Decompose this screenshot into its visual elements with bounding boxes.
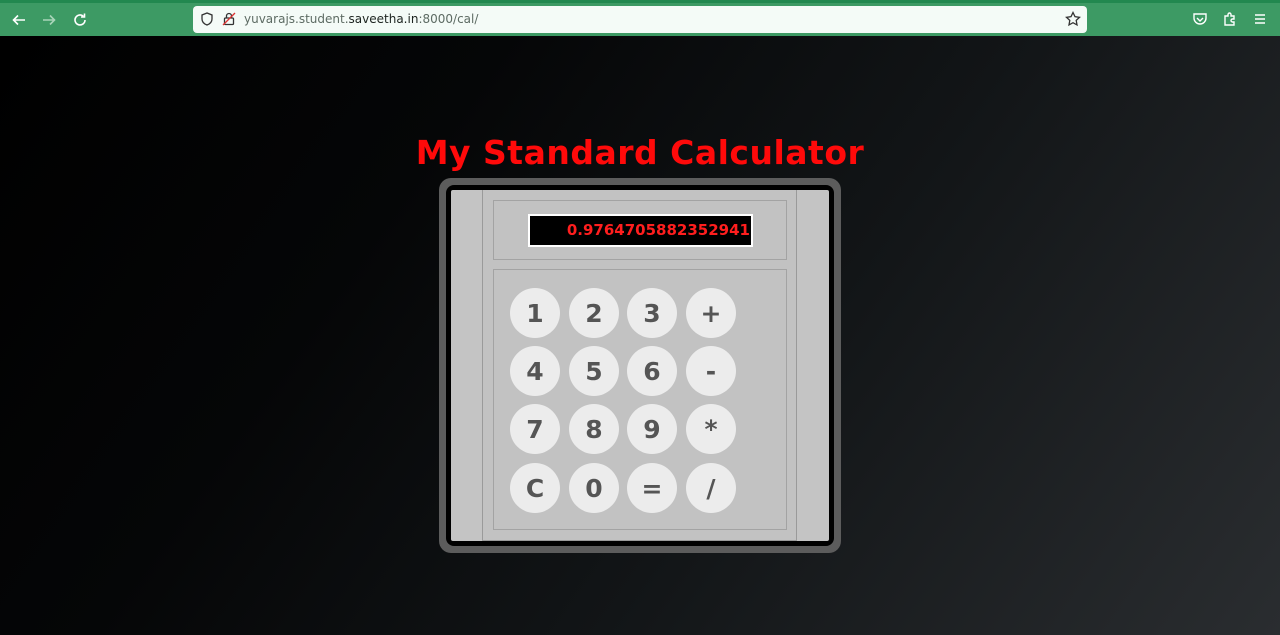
key-8[interactable]: 8	[569, 404, 619, 454]
menu-icon[interactable]	[1252, 11, 1268, 27]
page-title: My Standard Calculator	[415, 133, 865, 172]
lock-icon[interactable]	[222, 12, 236, 26]
key-5[interactable]: 5	[569, 346, 619, 396]
calculator-column: 0.9764705882352941 1 2 3 + 4 5 6 - 7 8 9…	[482, 190, 797, 541]
key-equals[interactable]: =	[627, 463, 677, 513]
extensions-icon[interactable]	[1222, 11, 1238, 27]
reload-icon[interactable]	[69, 9, 91, 31]
browser-toolbar: yuvarajs.student.saveetha.in:8000/cal/	[0, 0, 1280, 36]
key-plus[interactable]: +	[686, 288, 736, 338]
key-3[interactable]: 3	[627, 288, 677, 338]
key-clear[interactable]: C	[510, 463, 560, 513]
url-suffix: :8000/cal/	[418, 12, 479, 26]
url-host: saveetha.in	[348, 12, 419, 26]
page-background: My Standard Calculator 0.976470588235294…	[0, 36, 1280, 635]
back-icon[interactable]	[8, 9, 30, 31]
url-text[interactable]: yuvarajs.student.saveetha.in:8000/cal/	[244, 12, 478, 26]
key-9[interactable]: 9	[627, 404, 677, 454]
pocket-icon[interactable]	[1192, 11, 1208, 27]
key-minus[interactable]: -	[686, 346, 736, 396]
calculator-border: 0.9764705882352941 1 2 3 + 4 5 6 - 7 8 9…	[446, 185, 834, 546]
key-7[interactable]: 7	[510, 404, 560, 454]
shield-icon[interactable]	[200, 12, 214, 26]
calculator-display: 0.9764705882352941	[528, 214, 753, 247]
calculator-frame: 0.9764705882352941 1 2 3 + 4 5 6 - 7 8 9…	[439, 178, 841, 553]
key-4[interactable]: 4	[510, 346, 560, 396]
key-multiply[interactable]: *	[686, 404, 736, 454]
key-2[interactable]: 2	[569, 288, 619, 338]
star-icon[interactable]	[1065, 11, 1081, 27]
key-divide[interactable]: /	[686, 463, 736, 513]
url-prefix: yuvarajs.student.	[244, 12, 349, 26]
forward-icon[interactable]	[38, 9, 60, 31]
url-bar[interactable]: yuvarajs.student.saveetha.in:8000/cal/	[193, 6, 1087, 33]
calculator-body: 0.9764705882352941 1 2 3 + 4 5 6 - 7 8 9…	[451, 190, 829, 541]
key-6[interactable]: 6	[627, 346, 677, 396]
key-1[interactable]: 1	[510, 288, 560, 338]
keypad: 1 2 3 + 4 5 6 - 7 8 9 * C 0 = /	[493, 269, 787, 530]
key-0[interactable]: 0	[569, 463, 619, 513]
display-panel: 0.9764705882352941	[493, 200, 787, 260]
